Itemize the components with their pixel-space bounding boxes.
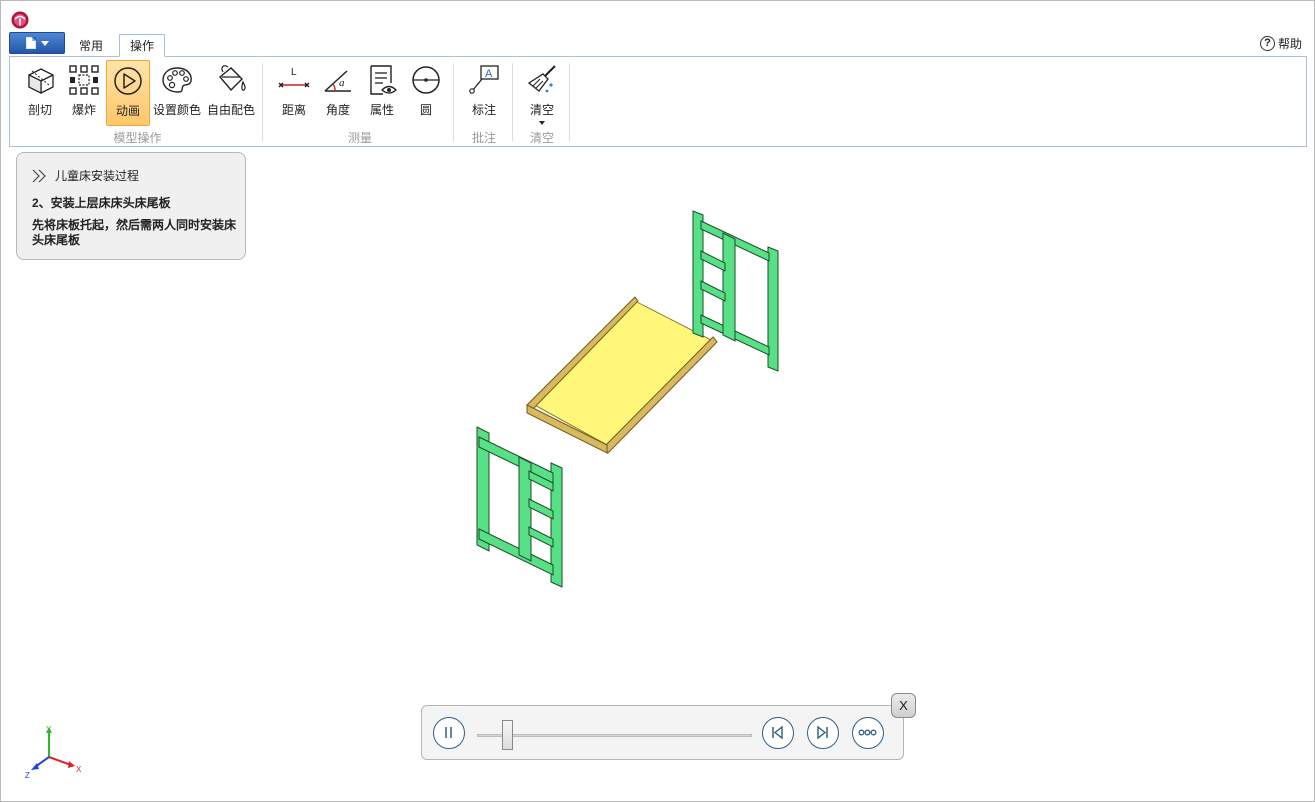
file-menu-button[interactable] — [9, 32, 65, 54]
group-separator — [262, 63, 263, 141]
distance-icon: L — [278, 67, 310, 88]
chevron-down-icon — [539, 121, 545, 125]
play-animation-icon — [114, 67, 142, 95]
annotate-button[interactable]: A 标注 — [464, 60, 504, 126]
palette-icon — [162, 67, 192, 93]
properties-icon — [370, 65, 397, 95]
info-header: 儿童床安装过程 — [31, 167, 139, 184]
section-cube-icon — [28, 68, 54, 94]
document-icon — [25, 37, 36, 49]
distance-label: 距离 — [281, 103, 306, 117]
step-back-icon — [772, 725, 783, 740]
animation-player — [421, 705, 904, 760]
svg-text:L: L — [291, 67, 297, 78]
angle-button[interactable]: a 角度 — [318, 60, 358, 126]
title-bar — [1, 1, 1314, 31]
broom-icon — [527, 65, 556, 93]
more-button[interactable] — [852, 717, 884, 749]
chevron-down-icon — [40, 40, 49, 46]
step-back-button[interactable] — [762, 717, 794, 749]
animation-label: 动画 — [115, 104, 140, 118]
angle-icon: a — [324, 70, 351, 92]
explode-label: 爆炸 — [71, 103, 96, 117]
axis-y-label: Y — [46, 725, 52, 734]
axis-x-label: X — [76, 765, 82, 774]
group-label-clear: 清空 — [529, 131, 554, 145]
bed-board — [526, 296, 718, 454]
step-forward-button[interactable] — [807, 717, 839, 749]
set-color-button[interactable]: 设置颜色 — [152, 60, 202, 126]
timeline-track[interactable] — [477, 734, 752, 737]
tab-common[interactable]: 常用 — [71, 37, 111, 57]
clear-button[interactable]: 清空 — [522, 60, 562, 126]
annotate-label: 标注 — [471, 103, 496, 117]
explode-button[interactable]: 爆炸 — [62, 60, 106, 126]
properties-label: 属性 — [369, 103, 394, 117]
help-button[interactable]: ? 帮助 — [1259, 35, 1302, 51]
close-player-button[interactable]: X — [891, 693, 916, 718]
timeline-thumb[interactable] — [502, 720, 514, 750]
step-forward-icon — [817, 725, 828, 740]
more-icon — [858, 729, 877, 736]
tab-operations[interactable]: 操作 — [119, 34, 165, 57]
free-color-button[interactable]: 自由配色 — [206, 60, 256, 126]
footboard-frame — [476, 426, 563, 588]
step-description: 先将床板托起，然后需两人同时安装床头床尾板 — [32, 218, 237, 247]
axis-triad: Y X Z — [25, 725, 82, 780]
help-label: 帮助 — [1277, 36, 1302, 51]
step-info-panel: 儿童床安装过程 2、安装上层床床头床尾板 先将床板托起，然后需两人同时安装床头床… — [16, 152, 246, 260]
pause-button[interactable] — [433, 717, 465, 749]
circle-icon — [412, 66, 440, 94]
paint-bucket-icon — [219, 65, 246, 92]
circle-label: 圆 — [419, 103, 432, 117]
circle-button[interactable]: 圆 — [406, 60, 446, 126]
clear-label: 清空 — [529, 103, 554, 117]
distance-button[interactable]: L 距离 — [274, 60, 314, 126]
angle-label: 角度 — [325, 103, 350, 117]
group-label-annotation: 批注 — [471, 131, 496, 145]
pause-icon — [445, 727, 452, 738]
annotate-icon: A — [469, 65, 499, 94]
double-chevron-right-icon — [32, 169, 46, 182]
svg-text:a: a — [339, 77, 345, 89]
svg-text:A: A — [485, 68, 493, 80]
app-logo-icon — [11, 11, 29, 29]
group-separator — [453, 63, 454, 141]
help-icon: ? — [1259, 35, 1275, 51]
ribbon-panel: 剖切 爆炸 动画 设置颜色 自由配色 模型操作 L 距离 a 角度 属性 圆 测… — [9, 56, 1307, 147]
axis-z-label: Z — [25, 771, 30, 780]
process-title: 儿童床安装过程 — [55, 169, 140, 183]
group-separator — [512, 63, 513, 141]
animation-button[interactable]: 动画 — [106, 60, 150, 126]
section-button[interactable]: 剖切 — [18, 60, 62, 126]
group-label-model: 模型操作 — [113, 131, 162, 145]
explode-icon — [69, 65, 99, 95]
group-separator — [569, 63, 570, 141]
app-window: 常用 操作 ? 帮助 剖切 爆炸 动画 设置颜色 自由配色 模型操作 L 距离 … — [0, 0, 1315, 802]
headboard-frame — [692, 210, 779, 372]
properties-button[interactable]: 属性 — [362, 60, 402, 126]
step-title: 2、安装上层床床头床尾板 — [32, 196, 171, 210]
free-color-label: 自由配色 — [206, 103, 255, 117]
section-label: 剖切 — [27, 103, 52, 117]
set-color-label: 设置颜色 — [152, 103, 201, 117]
group-label-measure: 测量 — [347, 131, 372, 145]
